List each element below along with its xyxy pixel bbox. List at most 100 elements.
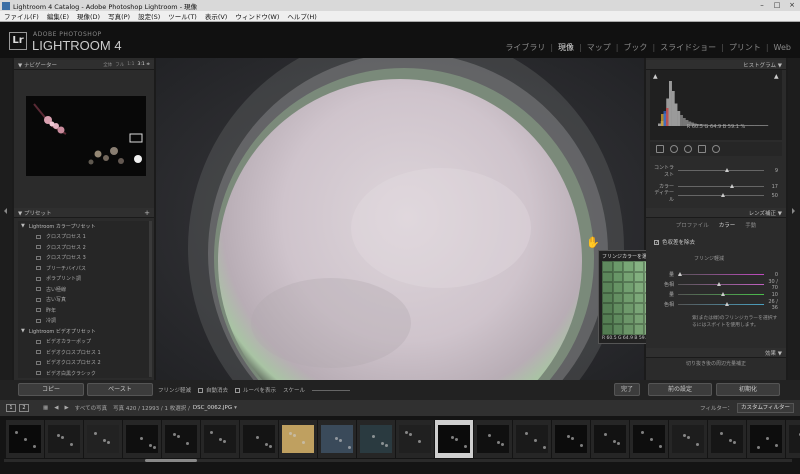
slider-knob[interactable] bbox=[678, 272, 682, 276]
filmstrip-thumbnail[interactable] bbox=[279, 420, 317, 458]
menu-window[interactable]: ウィンドウ(W) bbox=[231, 11, 283, 21]
filmstrip-thumbnail[interactable] bbox=[396, 420, 434, 458]
module-book[interactable]: ブック bbox=[618, 42, 652, 53]
red-eye-icon[interactable] bbox=[684, 145, 692, 153]
preset-item[interactable]: 古い極線 bbox=[18, 284, 151, 295]
zoom-1-1[interactable]: 1:1 bbox=[127, 62, 134, 67]
filmstrip-thumbnail[interactable] bbox=[84, 420, 122, 458]
slider-purple-amount[interactable]: 量 0 bbox=[650, 270, 782, 279]
filmstrip-thumbnail[interactable] bbox=[474, 420, 512, 458]
filmstrip-thumbnail[interactable] bbox=[123, 420, 161, 458]
maximize-button[interactable]: □ bbox=[771, 1, 783, 10]
module-slideshow[interactable]: スライドショー bbox=[655, 42, 721, 53]
preset-item[interactable]: ビデオクロスプロセス 2 bbox=[18, 358, 151, 369]
right-panel-toggle[interactable] bbox=[788, 58, 800, 380]
copy-button[interactable]: コピー bbox=[18, 383, 84, 396]
menu-help[interactable]: ヘルプ(H) bbox=[283, 11, 320, 21]
tab-manual[interactable]: 手動 bbox=[745, 221, 756, 229]
preset-folder-video[interactable]: ▼ Lightroom ビデオプリセット bbox=[18, 326, 151, 337]
preset-item[interactable]: ビデオ白黒クラシック bbox=[18, 368, 151, 378]
tab-profile[interactable]: プロファイル bbox=[676, 221, 709, 229]
auto-dismiss-checkbox[interactable]: 自動消去 bbox=[198, 386, 228, 394]
zoom-fit[interactable]: 全体 bbox=[103, 62, 112, 68]
graduated-filter-icon[interactable] bbox=[698, 145, 706, 153]
lens-correction-header[interactable]: レンズ補正 ▼ bbox=[646, 208, 786, 218]
menu-view[interactable]: 表示(V) bbox=[201, 11, 232, 21]
filmstrip-thumbnail[interactable] bbox=[630, 420, 668, 458]
zoom-3-1[interactable]: 3:1 ≑ bbox=[138, 62, 150, 67]
menu-edit[interactable]: 編集(E) bbox=[43, 11, 73, 21]
close-button[interactable]: × bbox=[786, 1, 798, 10]
main-image-view[interactable]: ✋ bbox=[156, 58, 644, 380]
preset-item[interactable]: クロスプロセス 2 bbox=[18, 242, 151, 253]
filter-select[interactable]: カスタムフィルター bbox=[736, 403, 794, 413]
filmstrip-thumbnail[interactable] bbox=[201, 420, 239, 458]
filmstrip-thumbnail[interactable] bbox=[45, 420, 83, 458]
menu-photo[interactable]: 写真(P) bbox=[104, 11, 134, 21]
tab-color[interactable]: カラー bbox=[719, 221, 736, 229]
filmstrip-thumbnail[interactable] bbox=[747, 420, 785, 458]
show-loupe-checkbox[interactable]: ルーペを表示 bbox=[235, 386, 276, 394]
reset-button[interactable]: 初期化 bbox=[716, 383, 780, 396]
slider-knob[interactable] bbox=[729, 184, 734, 188]
filmstrip-thumbnail[interactable] bbox=[591, 420, 629, 458]
main-screen-button[interactable]: 1 bbox=[6, 404, 16, 412]
left-panel-toggle[interactable] bbox=[0, 58, 12, 380]
module-print[interactable]: プリント bbox=[724, 42, 766, 53]
second-screen-button[interactable]: 2 bbox=[19, 404, 29, 412]
module-map[interactable]: マップ bbox=[582, 42, 616, 53]
menu-tools[interactable]: ツール(T) bbox=[164, 11, 201, 21]
slider-purple-hue[interactable]: 色相 30 / 70 bbox=[650, 279, 782, 291]
slider-contrast[interactable]: コントラスト 9 bbox=[650, 165, 782, 178]
filmstrip-scroll-thumb[interactable] bbox=[145, 459, 197, 462]
menu-develop[interactable]: 現像(D) bbox=[73, 11, 104, 21]
filmstrip-thumbnail[interactable] bbox=[318, 420, 356, 458]
clip-shadow-icon[interactable]: ▲ bbox=[653, 73, 658, 80]
preset-item[interactable]: ビデオクロスプロセス 1 bbox=[18, 347, 151, 358]
current-filename[interactable]: DSC_0062.JPG bbox=[193, 405, 232, 411]
slider-green-amount[interactable]: 量 10 bbox=[650, 290, 782, 299]
preset-item[interactable]: クロスプロセス 3 bbox=[18, 253, 151, 264]
paste-button[interactable]: ペースト bbox=[87, 383, 153, 396]
adjustment-brush-icon[interactable] bbox=[712, 145, 720, 153]
slider-knob[interactable] bbox=[716, 282, 721, 286]
menu-file[interactable]: ファイル(F) bbox=[0, 11, 43, 21]
preset-item[interactable]: 古い写真 bbox=[18, 295, 151, 306]
minimize-button[interactable]: – bbox=[756, 1, 768, 10]
preset-item[interactable]: ビデオカラーポップ bbox=[18, 337, 151, 348]
filmstrip-scroll-track[interactable] bbox=[4, 459, 792, 462]
slider-green-hue[interactable]: 色相 26 / 36 bbox=[650, 299, 782, 311]
preset-item[interactable]: ブリーチバイパス bbox=[18, 263, 151, 274]
scale-slider[interactable] bbox=[312, 389, 351, 391]
navigator-preview[interactable] bbox=[26, 96, 146, 176]
filmstrip-thumbnail[interactable] bbox=[240, 420, 278, 458]
clip-highlight-icon[interactable]: ▲ bbox=[774, 73, 779, 80]
slider-track[interactable] bbox=[678, 282, 764, 286]
filmstrip-thumbnail[interactable] bbox=[708, 420, 746, 458]
slider-knob[interactable] bbox=[725, 302, 730, 306]
preset-item[interactable]: 冷調 bbox=[18, 316, 151, 327]
preset-folder-color[interactable]: ▼ Lightroom カラープリセット bbox=[18, 221, 151, 232]
add-preset-button[interactable]: + bbox=[144, 209, 150, 217]
slider-track[interactable] bbox=[678, 292, 764, 296]
preset-item[interactable]: クロスプロセス 1 bbox=[18, 232, 151, 243]
filmstrip-thumbnail[interactable] bbox=[669, 420, 707, 458]
grid-view-icon[interactable]: ▦ bbox=[43, 405, 48, 411]
spot-removal-icon[interactable] bbox=[670, 145, 678, 153]
slider-knob[interactable] bbox=[721, 193, 725, 197]
module-library[interactable]: ライブラリ bbox=[500, 42, 550, 53]
preset-scrollbar[interactable] bbox=[149, 221, 152, 377]
slider-track[interactable] bbox=[678, 193, 764, 197]
slider-track[interactable] bbox=[678, 168, 764, 172]
module-develop[interactable]: 現像 bbox=[553, 42, 579, 53]
done-button[interactable]: 完了 bbox=[614, 383, 640, 396]
presets-header[interactable]: ▼ プリセット + bbox=[14, 208, 154, 218]
filmstrip-thumbnail[interactable] bbox=[513, 420, 551, 458]
filmstrip-thumbnail[interactable] bbox=[162, 420, 200, 458]
crop-tool-icon[interactable] bbox=[656, 145, 664, 153]
filmstrip-thumbnail[interactable] bbox=[435, 420, 473, 458]
filmstrip-thumbnail[interactable] bbox=[786, 420, 800, 458]
slider-track[interactable] bbox=[678, 272, 764, 276]
preset-item[interactable]: ポラプリント調 bbox=[18, 274, 151, 285]
back-arrow-icon[interactable]: ◀ bbox=[54, 405, 58, 411]
